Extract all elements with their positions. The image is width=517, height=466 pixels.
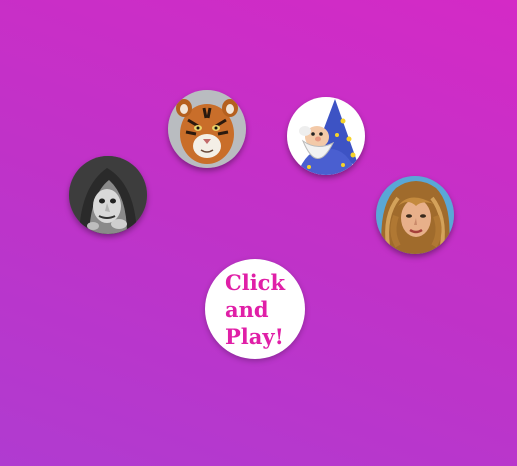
click-and-play-button[interactable]: Click and Play! xyxy=(205,259,305,359)
play-button-label: Click and Play! xyxy=(225,269,286,349)
tiger-character-option[interactable] xyxy=(168,90,246,168)
witch-character-option[interactable] xyxy=(69,156,147,234)
witch-portrait-icon xyxy=(69,156,147,234)
wizard-character-option[interactable] xyxy=(287,97,365,175)
girl-character-option[interactable] xyxy=(376,176,454,254)
tiger-portrait-icon xyxy=(168,90,246,168)
wizard-portrait-icon xyxy=(287,97,365,175)
girl-portrait-icon xyxy=(376,176,454,254)
